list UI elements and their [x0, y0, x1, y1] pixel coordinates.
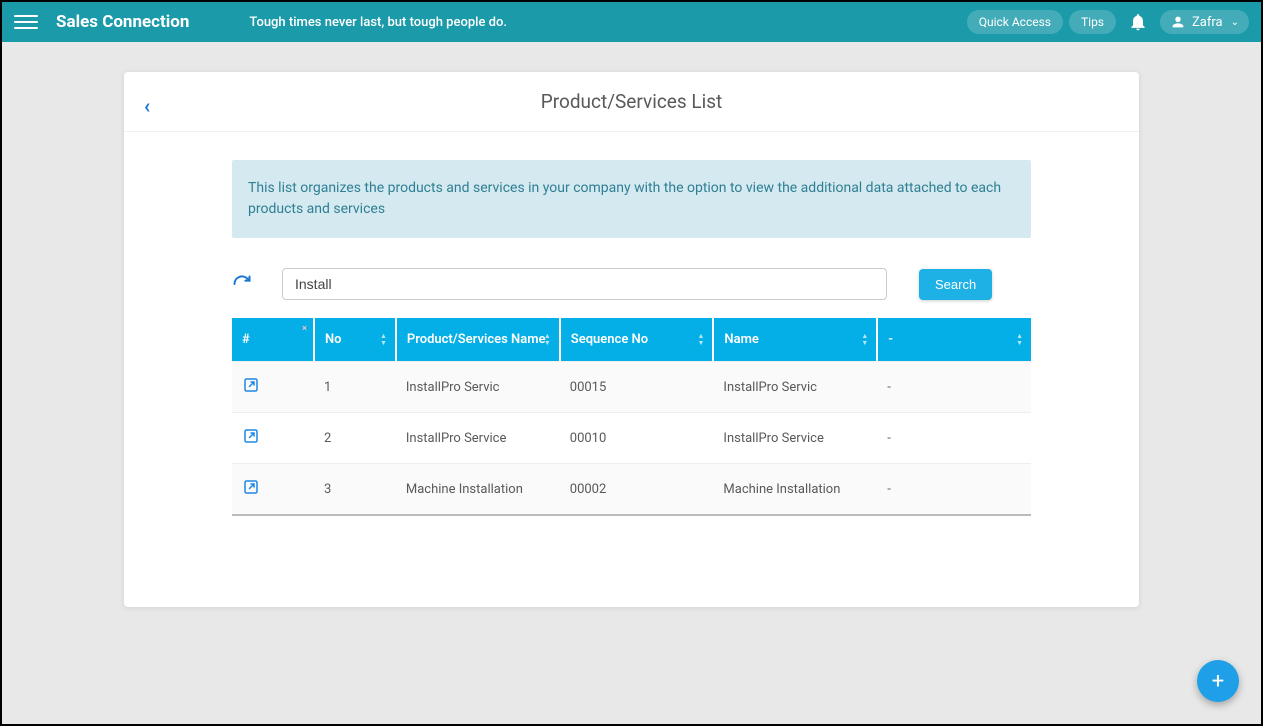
cell-psn: InstallPro Service: [396, 413, 560, 464]
open-icon[interactable]: [242, 383, 260, 398]
sort-icon[interactable]: [861, 333, 868, 347]
search-input[interactable]: [282, 268, 887, 300]
close-icon[interactable]: ×: [302, 324, 307, 334]
cell-psn: Machine Installation: [396, 464, 560, 516]
add-button[interactable]: +: [1197, 660, 1239, 702]
card-header: ‹ Product/Services List: [124, 72, 1139, 132]
search-button[interactable]: Search: [919, 269, 992, 300]
menu-icon[interactable]: [14, 10, 38, 34]
tips-button[interactable]: Tips: [1069, 10, 1116, 34]
cell-name: InstallPro Servic: [713, 362, 877, 413]
search-toolbar: Search: [232, 268, 1031, 300]
column-sequence-no[interactable]: Sequence No: [560, 318, 714, 362]
refresh-icon[interactable]: [232, 274, 252, 294]
cell-no: 3: [314, 464, 396, 516]
sort-icon[interactable]: [1016, 333, 1023, 347]
cell-no: 2: [314, 413, 396, 464]
top-bar: Sales Connection Tough times never last,…: [2, 2, 1261, 42]
table-row[interactable]: 2InstallPro Service00010InstallPro Servi…: [232, 413, 1031, 464]
quick-access-button[interactable]: Quick Access: [967, 10, 1063, 34]
table-row[interactable]: 1InstallPro Servic00015InstallPro Servic…: [232, 362, 1031, 413]
open-icon[interactable]: [242, 485, 260, 500]
info-banner: This list organizes the products and ser…: [232, 160, 1031, 238]
cell-name: InstallPro Service: [713, 413, 877, 464]
cell-psn: InstallPro Servic: [396, 362, 560, 413]
column-product-name[interactable]: Product/Services Name: [396, 318, 560, 362]
cell-seq: 00010: [560, 413, 714, 464]
page-title: Product/Services List: [541, 90, 722, 113]
cell-dash: -: [877, 464, 1031, 516]
column-dash[interactable]: -: [877, 318, 1031, 362]
brand-title: Sales Connection: [56, 12, 189, 32]
column-no[interactable]: No: [314, 318, 396, 362]
back-button[interactable]: ‹: [144, 94, 150, 118]
chevron-down-icon: ⌄: [1231, 17, 1239, 28]
table-row[interactable]: 3Machine Installation00002Machine Instal…: [232, 464, 1031, 516]
cell-seq: 00002: [560, 464, 714, 516]
tagline-text: Tough times never last, but tough people…: [249, 15, 960, 30]
results-table: # × No Product/Services Name Sequence No: [232, 318, 1031, 516]
user-chip[interactable]: Zafra ⌄: [1160, 10, 1249, 34]
open-icon[interactable]: [242, 434, 260, 449]
user-name: Zafra: [1192, 15, 1223, 30]
bell-icon[interactable]: [1128, 12, 1148, 32]
cell-no: 1: [314, 362, 396, 413]
cell-name: Machine Installation: [713, 464, 877, 516]
column-name[interactable]: Name: [713, 318, 877, 362]
user-icon: [1170, 14, 1186, 30]
content-card: ‹ Product/Services List This list organi…: [124, 72, 1139, 607]
cell-dash: -: [877, 362, 1031, 413]
cell-dash: -: [877, 413, 1031, 464]
cell-seq: 00015: [560, 362, 714, 413]
sort-icon[interactable]: [380, 333, 387, 347]
column-hash[interactable]: # ×: [232, 318, 314, 362]
sort-icon[interactable]: [697, 333, 704, 347]
sort-icon[interactable]: [544, 333, 551, 347]
